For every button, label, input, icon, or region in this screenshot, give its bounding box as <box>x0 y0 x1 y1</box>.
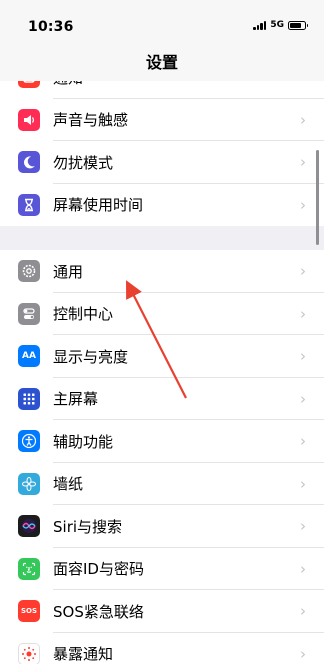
battery-icon <box>288 20 308 30</box>
network-type: 5G <box>270 20 284 30</box>
chevron-right-icon: › <box>300 517 306 536</box>
settings-row-siri-search[interactable]: Siri与搜索 › <box>0 505 324 548</box>
display-aa-glyph: AA <box>22 351 36 362</box>
chevron-right-icon: › <box>300 195 306 214</box>
chevron-right-icon: › <box>300 432 306 451</box>
settings-row-label: Siri与搜索 <box>53 517 123 536</box>
chevron-right-icon: › <box>300 474 306 493</box>
chevron-right-icon: › <box>300 304 306 323</box>
settings-row-label: 墙纸 <box>53 475 84 494</box>
chevron-right-icon: › <box>300 262 306 281</box>
settings-row-exposure-notifications[interactable]: 暴露通知 › <box>0 633 324 664</box>
settings-row-emergency-sos[interactable]: SOS SOS紧急联络 › <box>0 590 324 633</box>
settings-row-label: 主屏幕 <box>53 390 99 409</box>
settings-row-label: 通知 <box>53 81 83 88</box>
sos-glyph: SOS <box>20 607 38 616</box>
settings-group-1: 通知 › 声音与触感 › 勿扰模式 › 屏幕使用时间 › <box>0 81 324 226</box>
siri-icon <box>18 515 40 538</box>
hourglass-icon <box>18 193 40 216</box>
settings-row-label: 显示与亮度 <box>53 347 129 366</box>
notifications-icon <box>18 81 40 89</box>
settings-row-label: 暴露通知 <box>53 645 114 664</box>
signal-icon <box>253 20 267 30</box>
settings-row-general[interactable]: 通用 › <box>0 250 324 293</box>
settings-row-home-screen[interactable]: 主屏幕 › <box>0 378 324 420</box>
display-aa-icon: AA <box>18 345 40 368</box>
settings-row-label: 屏幕使用时间 <box>53 196 144 215</box>
settings-row-label: 控制中心 <box>53 305 114 324</box>
chevron-right-icon: › <box>300 644 306 663</box>
settings-row-accessibility[interactable]: 辅助功能 › <box>0 420 324 463</box>
chevron-right-icon: › <box>300 602 306 621</box>
moon-icon <box>18 151 40 174</box>
settings-row-label: 辅助功能 <box>53 432 114 451</box>
settings-row-faceid-passcode[interactable]: 面容ID与密码 › <box>0 548 324 590</box>
chevron-right-icon: › <box>300 347 306 366</box>
settings-group-2: 通用 › 控制中心 › AA 显示与亮度 › 主屏幕 › 辅助功能 › 墙纸 ›… <box>0 250 324 664</box>
settings-row-label: SOS紧急联络 <box>53 602 144 621</box>
settings-row-label: 面容ID与密码 <box>53 560 144 579</box>
wallpaper-flower-icon <box>18 472 40 495</box>
gear-icon <box>18 260 40 283</box>
settings-row-do-not-disturb[interactable]: 勿扰模式 › <box>0 141 324 184</box>
settings-list[interactable]: 通知 › 声音与触感 › 勿扰模式 › 屏幕使用时间 › <box>0 81 324 664</box>
chevron-right-icon: › <box>300 389 306 408</box>
toggles-icon <box>18 302 40 325</box>
sos-icon: SOS <box>18 600 40 623</box>
settings-row-label: 通用 <box>53 262 84 281</box>
settings-row-control-center[interactable]: 控制中心 › <box>0 293 324 335</box>
nav-bar: 设置 <box>0 44 324 81</box>
settings-row-label: 勿扰模式 <box>53 153 114 172</box>
page-title: 设置 <box>145 53 178 72</box>
exposure-icon <box>18 642 40 664</box>
chevron-right-icon: › <box>300 110 306 129</box>
speaker-icon <box>18 108 40 131</box>
settings-row-label: 声音与触感 <box>53 111 129 130</box>
status-bar: 10:36 5G <box>0 0 324 44</box>
settings-row-screen-time[interactable]: 屏幕使用时间 › <box>0 184 324 227</box>
accessibility-icon <box>18 430 40 453</box>
settings-row-notifications[interactable]: 通知 › <box>0 81 324 99</box>
home-grid-icon <box>18 387 40 410</box>
settings-row-sounds[interactable]: 声音与触感 › <box>0 99 324 141</box>
settings-row-display-brightness[interactable]: AA 显示与亮度 › <box>0 335 324 378</box>
chevron-right-icon: › <box>300 153 306 172</box>
settings-row-wallpaper[interactable]: 墙纸 › <box>0 463 324 505</box>
scroll-indicator[interactable] <box>316 150 319 245</box>
chevron-right-icon: › <box>300 81 306 86</box>
faceid-icon <box>18 557 40 580</box>
chevron-right-icon: › <box>300 559 306 578</box>
status-time: 10:36 <box>28 19 74 35</box>
status-indicators: 5G <box>253 20 308 30</box>
